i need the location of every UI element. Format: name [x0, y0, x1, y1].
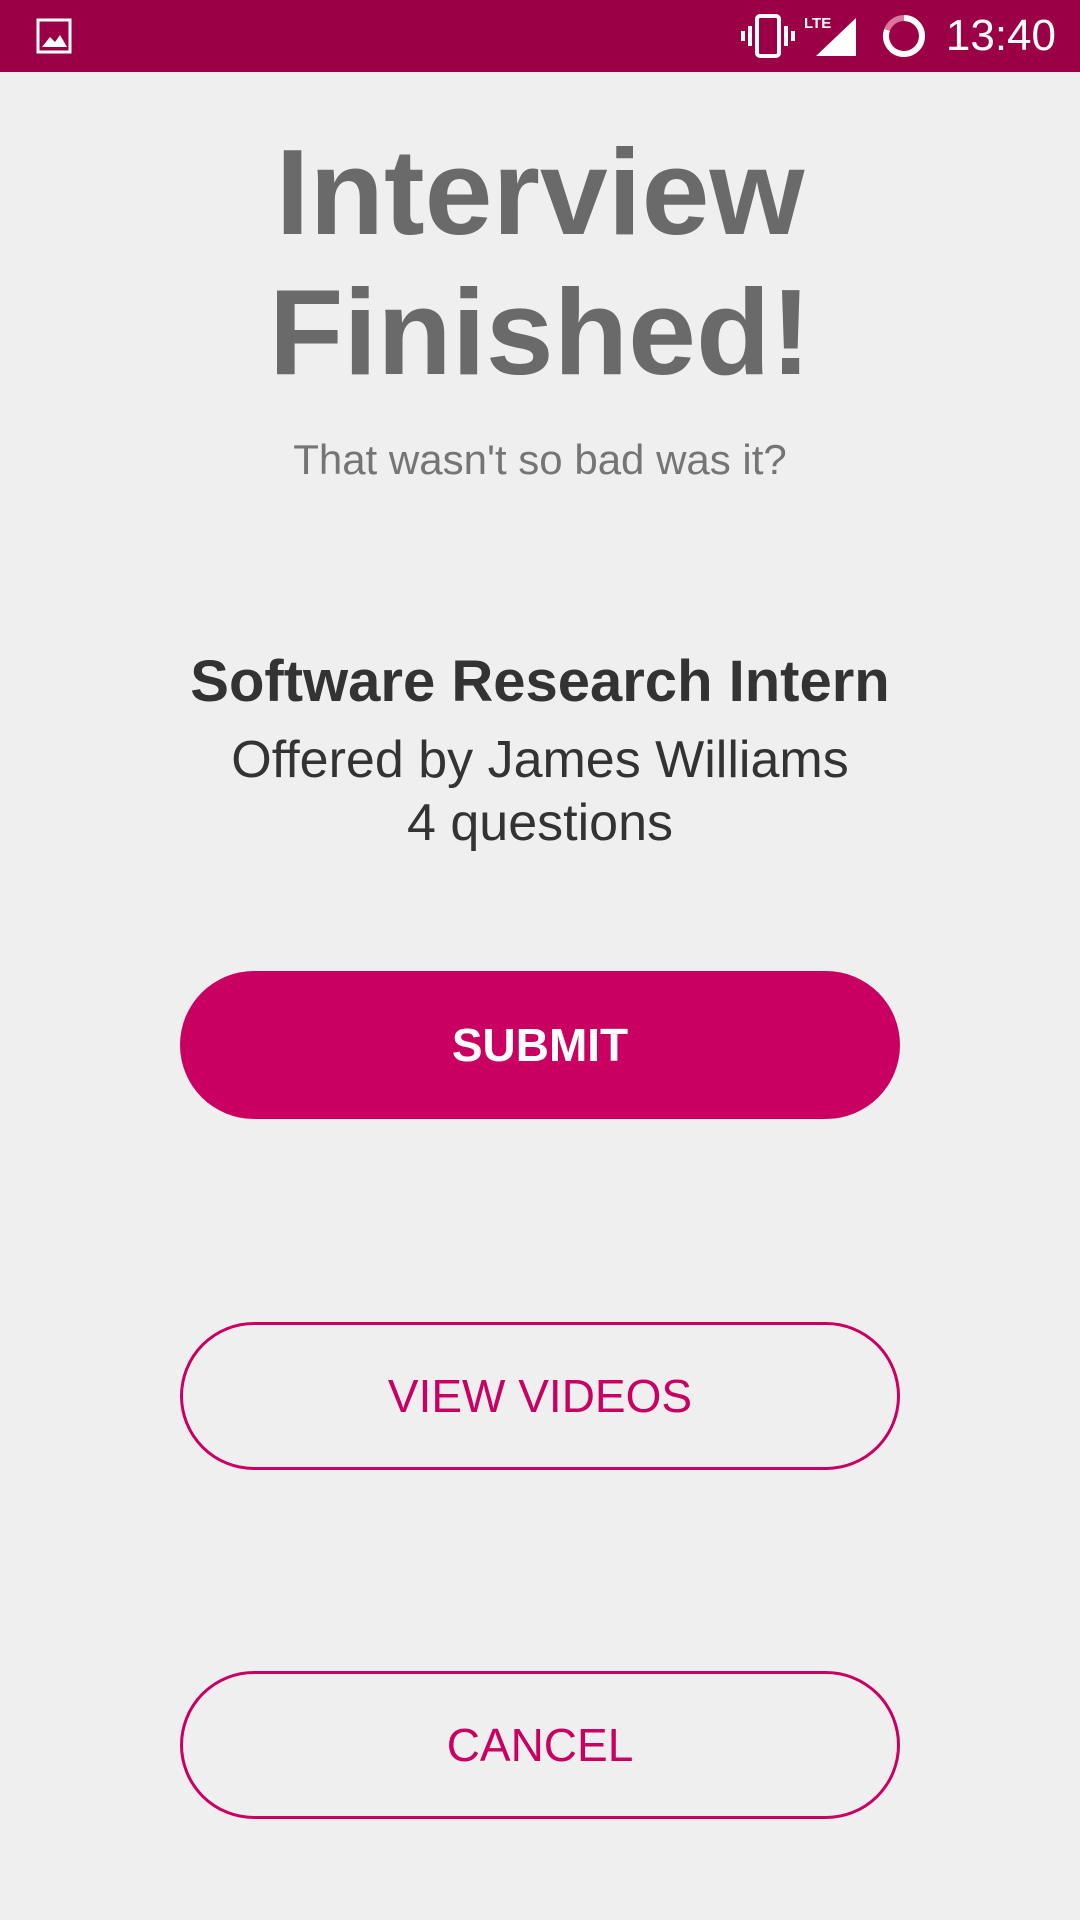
- view-videos-button[interactable]: VIEW VIDEOS: [180, 1322, 900, 1470]
- gallery-icon: [36, 18, 72, 54]
- page-title-line-2: Finished!: [268, 264, 812, 400]
- job-offered-by: Offered by James Williams: [231, 731, 849, 789]
- status-bar: LTE 13:40: [0, 0, 1080, 72]
- battery-icon: [882, 15, 925, 57]
- page-title-line-1: Interview: [275, 124, 805, 260]
- svg-text:LTE: LTE: [804, 15, 831, 32]
- status-clock: 13:40: [945, 11, 1056, 60]
- job-question-count: 4 questions: [407, 794, 673, 852]
- submit-button[interactable]: SUBMIT: [180, 971, 900, 1119]
- job-title: Software Research Intern: [190, 649, 890, 714]
- lte-signal-icon: LTE: [804, 15, 856, 56]
- page-title: Interview Finished!: [0, 122, 1080, 402]
- cancel-button[interactable]: CANCEL: [180, 1671, 900, 1819]
- vibrate-icon: [741, 14, 795, 58]
- page-subtitle: That wasn't so bad was it?: [293, 436, 787, 483]
